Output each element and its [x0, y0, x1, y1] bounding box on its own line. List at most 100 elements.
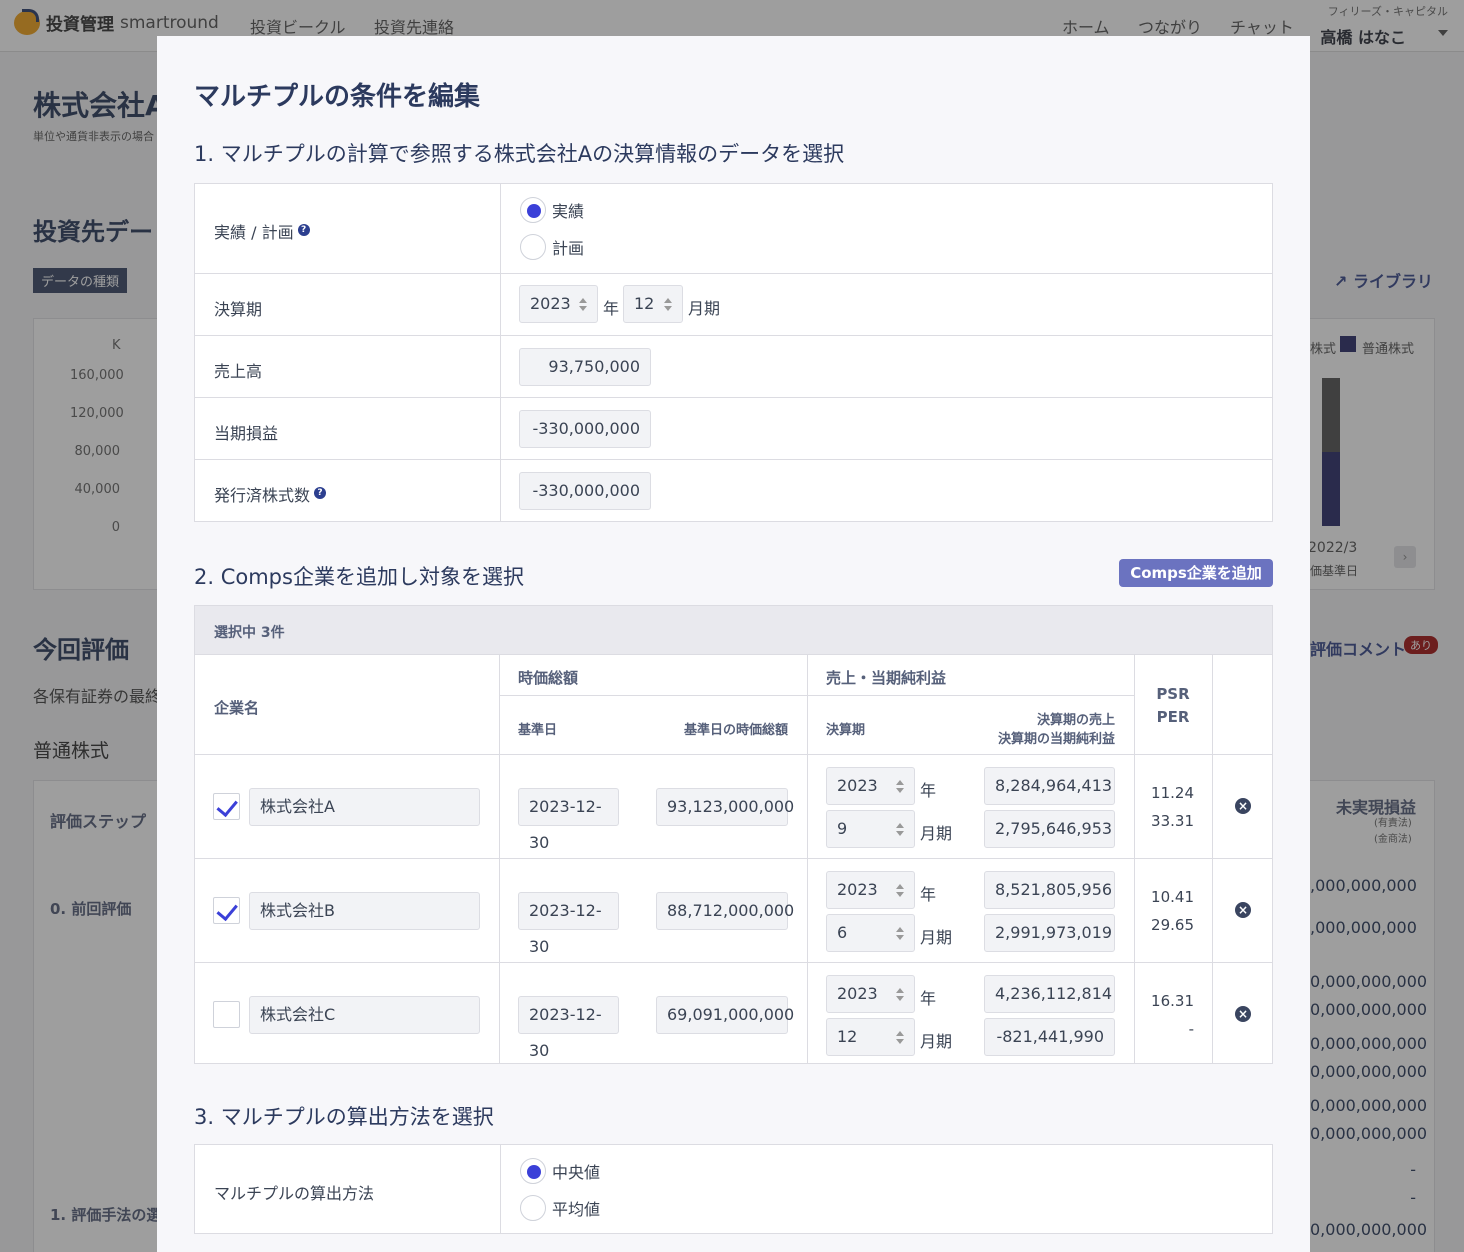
- remove-icon[interactable]: ×: [1235, 1006, 1251, 1022]
- shares-input[interactable]: -330,000,000: [519, 472, 651, 510]
- col-period-profit: 決算期の当期純利益: [997, 732, 1115, 747]
- row-sales: 売上高 93,750,000: [195, 335, 1272, 397]
- profit-input[interactable]: -330,000,000: [519, 410, 651, 448]
- edit-multiple-modal: マルチプルの条件を編集 1. マルチプルの計算で参照する株式会社Aの決算情報のデ…: [157, 36, 1310, 1252]
- financial-data-table: 実績 / 計画? 実績 計画 決算期 2023 年 12 月期 売上高 93,7…: [194, 183, 1273, 522]
- section3-title: 3. マルチプルの算出方法を選択: [194, 1105, 494, 1129]
- comps-table: 選択中 3件 企業名 時価総額 基準日 基準日の時価総額 売上・当期純利益 決算…: [194, 605, 1273, 1064]
- spinner-icon: [896, 927, 904, 941]
- period-month-select[interactable]: 12: [623, 285, 683, 323]
- comps-row: 株式会社A 2023-12-30 93,123,000,000 2023 年 9…: [195, 754, 1272, 858]
- period-label: 決算期: [214, 300, 263, 319]
- month-select[interactable]: 9: [826, 810, 915, 848]
- radio-mean-label: 平均値: [552, 1200, 601, 1219]
- period-sales-input[interactable]: 8,521,805,956: [984, 871, 1115, 909]
- add-comps-button[interactable]: Comps企業を追加: [1119, 559, 1273, 587]
- year-select[interactable]: 2023: [826, 975, 915, 1013]
- sales-input[interactable]: 93,750,000: [519, 348, 651, 386]
- year-value: 2023: [837, 880, 878, 899]
- row-actual-plan: 実績 / 計画? 実績 計画: [195, 184, 1272, 273]
- section2-title: 2. Comps企業を追加し対象を選択: [194, 565, 524, 589]
- profit-label: 当期損益: [214, 424, 279, 443]
- col-mcap: 時価総額: [518, 669, 579, 687]
- selected-count-bar: 選択中 3件: [195, 606, 1272, 654]
- remove-icon[interactable]: ×: [1235, 798, 1251, 814]
- per-value: 29.65: [1151, 916, 1194, 934]
- shares-label: 発行済株式数?: [214, 482, 327, 506]
- radio-actual[interactable]: 実績: [520, 197, 584, 223]
- per-value: -: [1188, 1020, 1194, 1038]
- row-profit: 当期損益 -330,000,000: [195, 397, 1272, 459]
- comps-row: 株式会社B 2023-12-30 88,712,000,000 2023 年 6…: [195, 858, 1272, 962]
- company-checkbox[interactable]: [213, 793, 240, 820]
- company-checkbox[interactable]: [213, 897, 240, 924]
- period-profit-input[interactable]: 2,795,646,953: [984, 810, 1115, 848]
- spinner-icon: [896, 823, 904, 837]
- year-value: 2023: [837, 776, 878, 795]
- spinner-icon: [664, 298, 672, 312]
- comps-row: 株式会社C 2023-12-30 69,091,000,000 2023 年 1…: [195, 962, 1272, 1063]
- month-unit: 月期: [920, 824, 953, 843]
- base-date-input[interactable]: 2023-12-30: [518, 788, 619, 852]
- psr-value: 16.31: [1151, 992, 1194, 1010]
- col-company: 企業名: [214, 699, 260, 717]
- radio-median-circle[interactable]: [520, 1158, 546, 1184]
- year-value: 2023: [837, 984, 878, 1003]
- spinner-icon: [579, 298, 587, 312]
- col-base-date: 基準日: [518, 723, 558, 738]
- mcap-input[interactable]: 69,091,000,000: [656, 996, 794, 1034]
- radio-mean-circle[interactable]: [520, 1195, 546, 1221]
- month-value: 9: [837, 819, 848, 838]
- col-period-sales: 決算期の売上: [1036, 713, 1115, 728]
- year-unit: 年: [603, 299, 620, 318]
- mcap-input[interactable]: 93,123,000,000: [656, 788, 794, 826]
- period-year-select[interactable]: 2023: [519, 285, 598, 323]
- mcap-input[interactable]: 88,712,000,000: [656, 892, 794, 930]
- company-checkbox[interactable]: [213, 1001, 240, 1028]
- col-period: 決算期: [826, 723, 866, 738]
- remove-icon[interactable]: ×: [1235, 902, 1251, 918]
- comps-header: 企業名 時価総額 基準日 基準日の時価総額 売上・当期純利益 決算期 決算期の売…: [195, 654, 1272, 754]
- help-icon[interactable]: ?: [297, 224, 310, 236]
- col-base-mcap: 基準日の時価総額: [683, 723, 788, 738]
- col-per: PER: [1156, 708, 1190, 726]
- company-name-input[interactable]: 株式会社B: [249, 892, 480, 930]
- month-select[interactable]: 12: [826, 1018, 915, 1056]
- col-sales-profit: 売上・当期純利益: [826, 669, 947, 687]
- company-name-input[interactable]: 株式会社A: [249, 788, 480, 826]
- help-icon[interactable]: ?: [314, 487, 327, 499]
- row-period: 決算期 2023 年 12 月期: [195, 273, 1272, 335]
- period-profit-input[interactable]: 2,991,973,019: [984, 914, 1115, 952]
- spinner-icon: [896, 884, 904, 898]
- period-month-value: 12: [634, 294, 655, 313]
- spinner-icon: [896, 1031, 904, 1045]
- radio-median[interactable]: 中央値: [520, 1158, 600, 1184]
- per-value: 33.31: [1151, 812, 1194, 830]
- radio-plan[interactable]: 計画: [520, 234, 584, 260]
- base-date-input[interactable]: 2023-12-30: [518, 996, 619, 1060]
- period-sales-input[interactable]: 8,284,964,413: [984, 767, 1115, 805]
- radio-plan-circle[interactable]: [520, 234, 546, 260]
- psr-value: 10.41: [1151, 888, 1194, 906]
- month-unit: 月期: [688, 299, 721, 318]
- shares-label-text: 発行済株式数: [214, 486, 311, 505]
- radio-mean[interactable]: 平均値: [520, 1195, 600, 1221]
- radio-actual-circle[interactable]: [520, 197, 546, 223]
- month-select[interactable]: 6: [826, 914, 915, 952]
- method-label: マルチプルの算出方法: [214, 1184, 375, 1203]
- month-value: 6: [837, 923, 848, 942]
- company-name-input[interactable]: 株式会社C: [249, 996, 480, 1034]
- period-sales-input[interactable]: 4,236,112,814: [984, 975, 1115, 1013]
- psr-value: 11.24: [1151, 784, 1194, 802]
- row-shares: 発行済株式数? -330,000,000: [195, 459, 1272, 521]
- year-unit: 年: [920, 781, 937, 800]
- period-profit-input[interactable]: -821,441,990: [984, 1018, 1115, 1056]
- year-select[interactable]: 2023: [826, 871, 915, 909]
- year-select[interactable]: 2023: [826, 767, 915, 805]
- actual-plan-label: 実績 / 計画?: [214, 219, 310, 243]
- selected-count: 選択中 3件: [214, 625, 285, 641]
- month-unit: 月期: [920, 1032, 953, 1051]
- base-date-input[interactable]: 2023-12-30: [518, 892, 619, 956]
- radio-actual-label: 実績: [552, 202, 585, 221]
- modal-title: マルチプルの条件を編集: [194, 82, 481, 112]
